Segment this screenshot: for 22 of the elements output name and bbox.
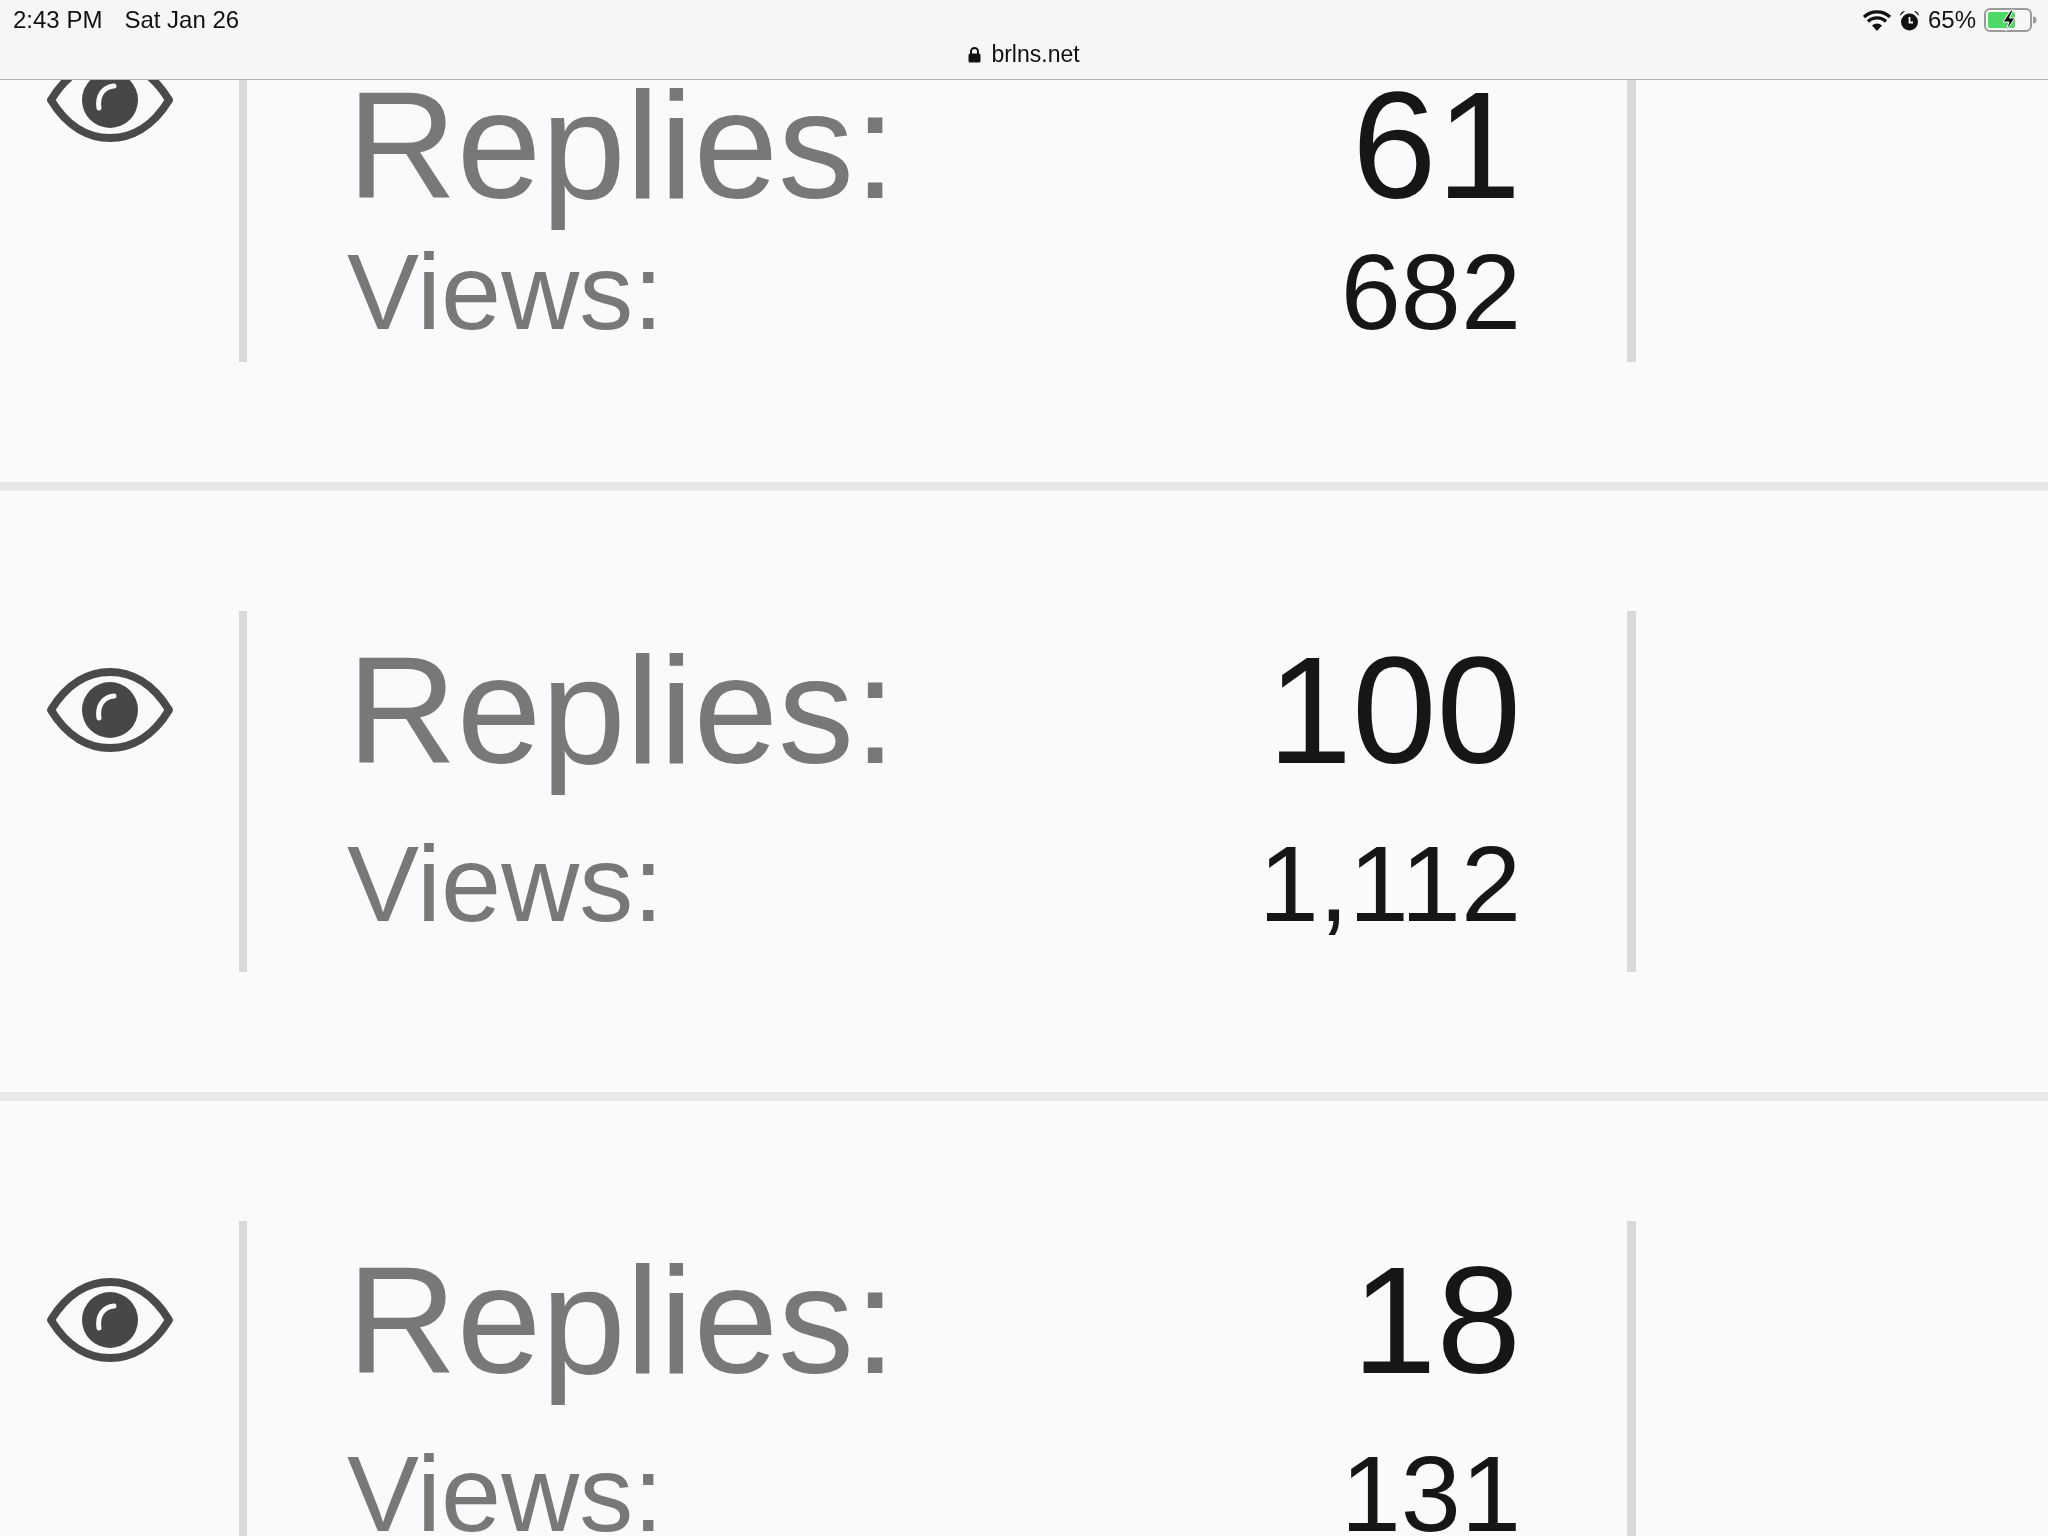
replies-label: Replies:	[347, 624, 898, 797]
views-label: Views:	[347, 1432, 665, 1536]
replies-label: Replies:	[347, 80, 898, 231]
replies-count: 100	[1266, 624, 1521, 797]
status-date: Sat Jan 26	[124, 7, 240, 33]
wifi-icon	[1862, 9, 1891, 31]
alarm-clock-icon	[1898, 9, 1920, 31]
battery-percent: 65%	[1927, 7, 1976, 33]
replies-label: Replies:	[347, 1234, 898, 1407]
url-text[interactable]: brlns.net	[991, 41, 1080, 67]
battery-charging-icon	[1984, 8, 2037, 32]
eye-icon	[46, 668, 174, 752]
views-count: 131	[1340, 1432, 1521, 1536]
views-count: 682	[1340, 231, 1521, 353]
eye-icon	[46, 1278, 174, 1362]
status-time: 2:43 PM	[13, 7, 103, 33]
views-count: 1,112	[1258, 822, 1521, 947]
replies-count: 18	[1350, 1234, 1521, 1407]
views-label: Views:	[347, 822, 665, 947]
views-label: Views:	[347, 231, 665, 353]
replies-count: 61	[1350, 80, 1521, 231]
lock-icon	[968, 45, 982, 63]
